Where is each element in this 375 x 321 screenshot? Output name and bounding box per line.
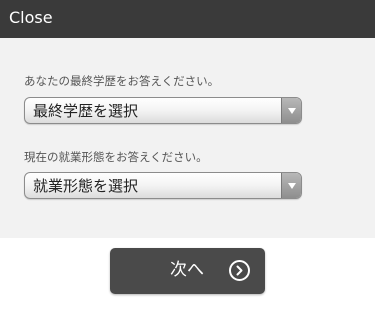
next-button[interactable]: 次へ — [110, 248, 265, 294]
top-bar: Close — [0, 0, 375, 38]
employment-question-label: 現在の就業形態をお答えください。 — [24, 150, 208, 164]
employment-select-value: 就業形態を選択 — [33, 177, 139, 195]
dropdown-arrow-icon — [281, 173, 301, 198]
next-button-label: 次へ — [170, 260, 204, 280]
education-select-value: 最終学歴を選択 — [33, 102, 139, 120]
dropdown-arrow-icon — [281, 98, 301, 123]
survey-form: あなたの最終学歴をお答えください。 最終学歴を選択 現在の就業形態をお答えくださ… — [0, 38, 375, 238]
close-link[interactable]: Close — [9, 8, 53, 28]
education-question-label: あなたの最終学歴をお答えください。 — [24, 74, 220, 88]
education-select[interactable]: 最終学歴を選択 — [24, 97, 302, 124]
employment-select[interactable]: 就業形態を選択 — [24, 172, 302, 199]
chevron-right-circle-icon — [229, 260, 250, 281]
